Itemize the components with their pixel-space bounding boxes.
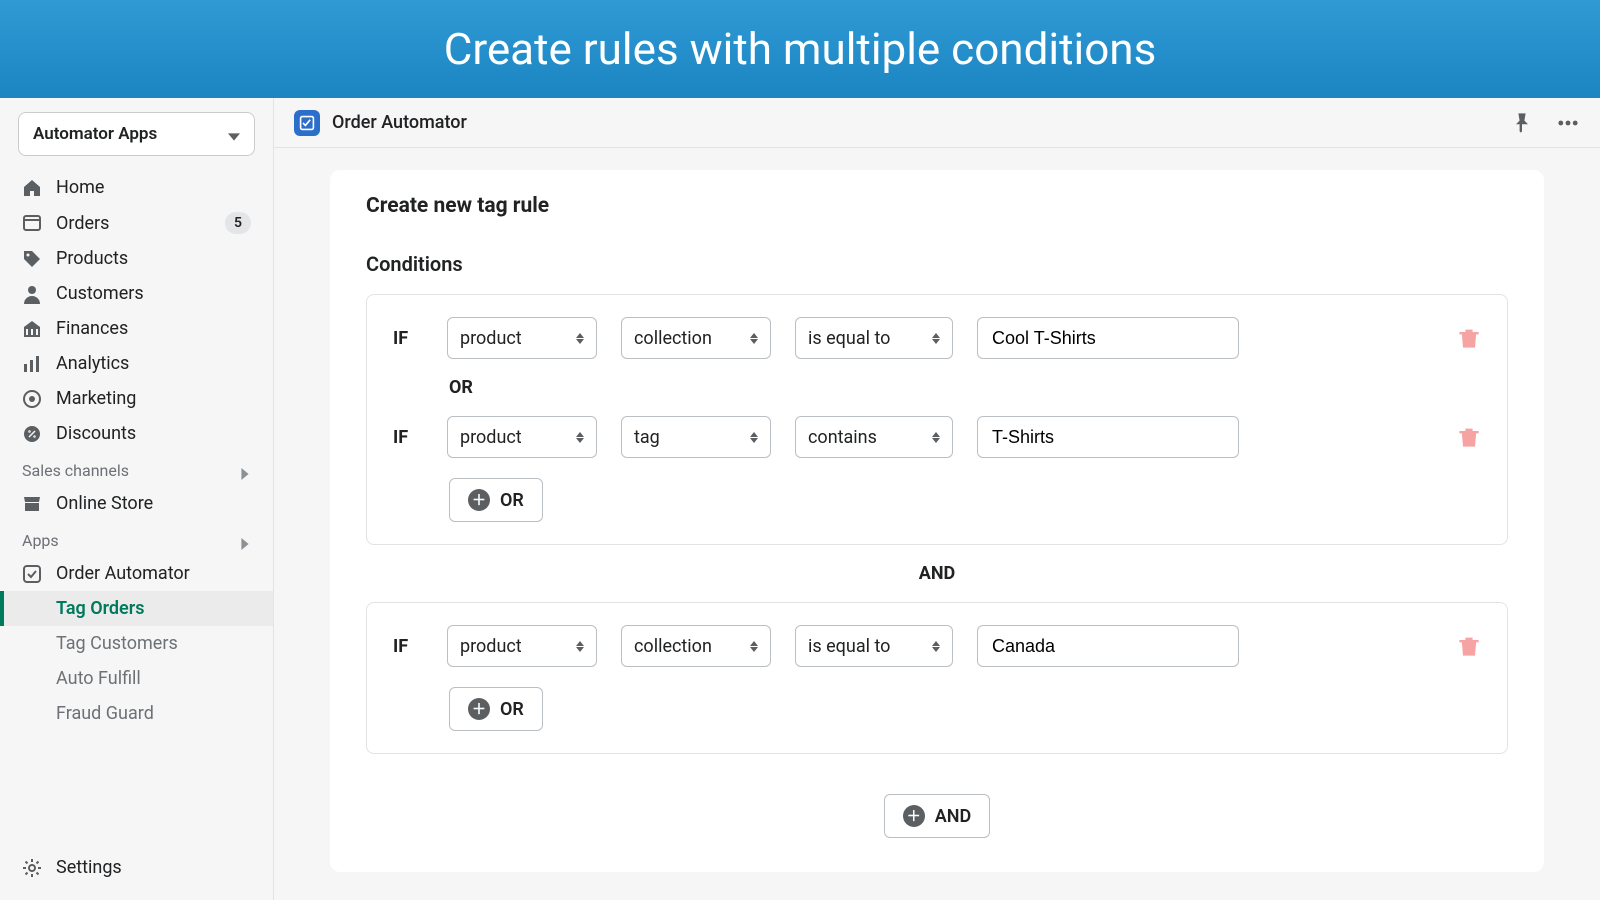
plus-icon: ＋ [468, 698, 490, 720]
delete-row-button[interactable] [1457, 326, 1481, 350]
promo-banner: Create rules with multiple conditions [0, 0, 1600, 98]
nav-label: Settings [56, 857, 122, 878]
store-switcher-label: Automator Apps [33, 124, 157, 144]
nav-label: Home [56, 177, 104, 198]
sidebar: Automator Apps Home Orders 5 Products Cu… [0, 98, 274, 900]
operator-select[interactable]: contains [795, 416, 953, 458]
nav-label: Products [56, 248, 128, 269]
condition-group: IF product collection is equal to ＋ OR [366, 602, 1508, 754]
attribute-select[interactable]: tag [621, 416, 771, 458]
add-or-button[interactable]: ＋ OR [449, 687, 543, 731]
subnav-auto-fulfill[interactable]: Auto Fulfill [0, 661, 273, 696]
nav-label: Marketing [56, 388, 136, 409]
plus-icon: ＋ [468, 489, 490, 511]
nav-finances[interactable]: Finances [0, 311, 273, 346]
if-label: IF [393, 636, 423, 657]
nav-label: Order Automator [56, 563, 190, 584]
nav-orders[interactable]: Orders 5 [0, 205, 273, 241]
value-input[interactable] [977, 416, 1239, 458]
nav-customers[interactable]: Customers [0, 276, 273, 311]
nav-label: Finances [56, 318, 128, 339]
attribute-select[interactable]: collection [621, 317, 771, 359]
condition-row: IF product collection is equal to [393, 317, 1481, 359]
or-separator: OR [393, 359, 1481, 416]
nav-marketing[interactable]: Marketing [0, 381, 273, 416]
marketing-icon [22, 389, 42, 409]
conditions-heading: Conditions [366, 252, 1508, 276]
and-separator: AND [366, 545, 1508, 602]
nav-order-automator[interactable]: Order Automator [0, 556, 273, 591]
subnav-tag-customers[interactable]: Tag Customers [0, 626, 273, 661]
chevron-down-icon [228, 128, 240, 140]
finances-icon [22, 319, 42, 339]
condition-row: IF product tag contains [393, 416, 1481, 458]
pin-button[interactable] [1510, 111, 1534, 135]
banner-title: Create rules with multiple conditions [444, 23, 1157, 75]
subject-select[interactable]: product [447, 317, 597, 359]
add-or-button[interactable]: ＋ OR [449, 478, 543, 522]
value-input[interactable] [977, 625, 1239, 667]
orders-icon [22, 213, 42, 233]
attribute-select[interactable]: collection [621, 625, 771, 667]
delete-row-button[interactable] [1457, 634, 1481, 658]
nav-products[interactable]: Products [0, 241, 273, 276]
analytics-icon [22, 354, 42, 374]
automator-icon [22, 564, 42, 584]
customers-icon [22, 284, 42, 304]
gear-icon [22, 858, 42, 878]
nav-settings[interactable]: Settings [0, 849, 144, 886]
nav-label: Orders [56, 213, 109, 234]
if-label: IF [393, 328, 423, 349]
nav-label: Online Store [56, 493, 153, 514]
condition-row: IF product collection is equal to [393, 625, 1481, 667]
if-label: IF [393, 427, 423, 448]
nav-analytics[interactable]: Analytics [0, 346, 273, 381]
app-name: Order Automator [332, 112, 467, 133]
rule-card: Create new tag rule Conditions IF produc… [330, 170, 1544, 872]
nav-discounts[interactable]: Discounts [0, 416, 273, 451]
operator-select[interactable]: is equal to [795, 317, 953, 359]
card-heading: Create new tag rule [366, 194, 1508, 218]
nav-home[interactable]: Home [0, 170, 273, 205]
discounts-icon [22, 424, 42, 444]
nav-label: Analytics [56, 353, 129, 374]
add-and-button[interactable]: ＋ AND [884, 794, 990, 838]
products-icon [22, 249, 42, 269]
value-input[interactable] [977, 317, 1239, 359]
subject-select[interactable]: product [447, 625, 597, 667]
apps-header[interactable]: Apps [0, 521, 273, 556]
orders-badge: 5 [225, 212, 251, 234]
plus-icon: ＋ [903, 805, 925, 827]
operator-select[interactable]: is equal to [795, 625, 953, 667]
subnav-tag-orders[interactable]: Tag Orders [0, 591, 273, 626]
delete-row-button[interactable] [1457, 425, 1481, 449]
subnav-fraud-guard[interactable]: Fraud Guard [0, 696, 273, 731]
store-switcher[interactable]: Automator Apps [18, 112, 255, 156]
nav-label: Customers [56, 283, 144, 304]
sales-channels-header[interactable]: Sales channels [0, 451, 273, 486]
chevron-right-icon [239, 465, 251, 477]
subject-select[interactable]: product [447, 416, 597, 458]
app-logo-icon [294, 110, 320, 136]
main-area: Order Automator Create new tag rule Cond… [274, 98, 1600, 900]
more-button[interactable] [1556, 111, 1580, 135]
nav-label: Discounts [56, 423, 136, 444]
chevron-right-icon [239, 535, 251, 547]
condition-group: IF product collection is equal to OR IF … [366, 294, 1508, 545]
app-topbar: Order Automator [274, 98, 1600, 148]
nav-online-store[interactable]: Online Store [0, 486, 273, 521]
home-icon [22, 178, 42, 198]
store-icon [22, 494, 42, 514]
